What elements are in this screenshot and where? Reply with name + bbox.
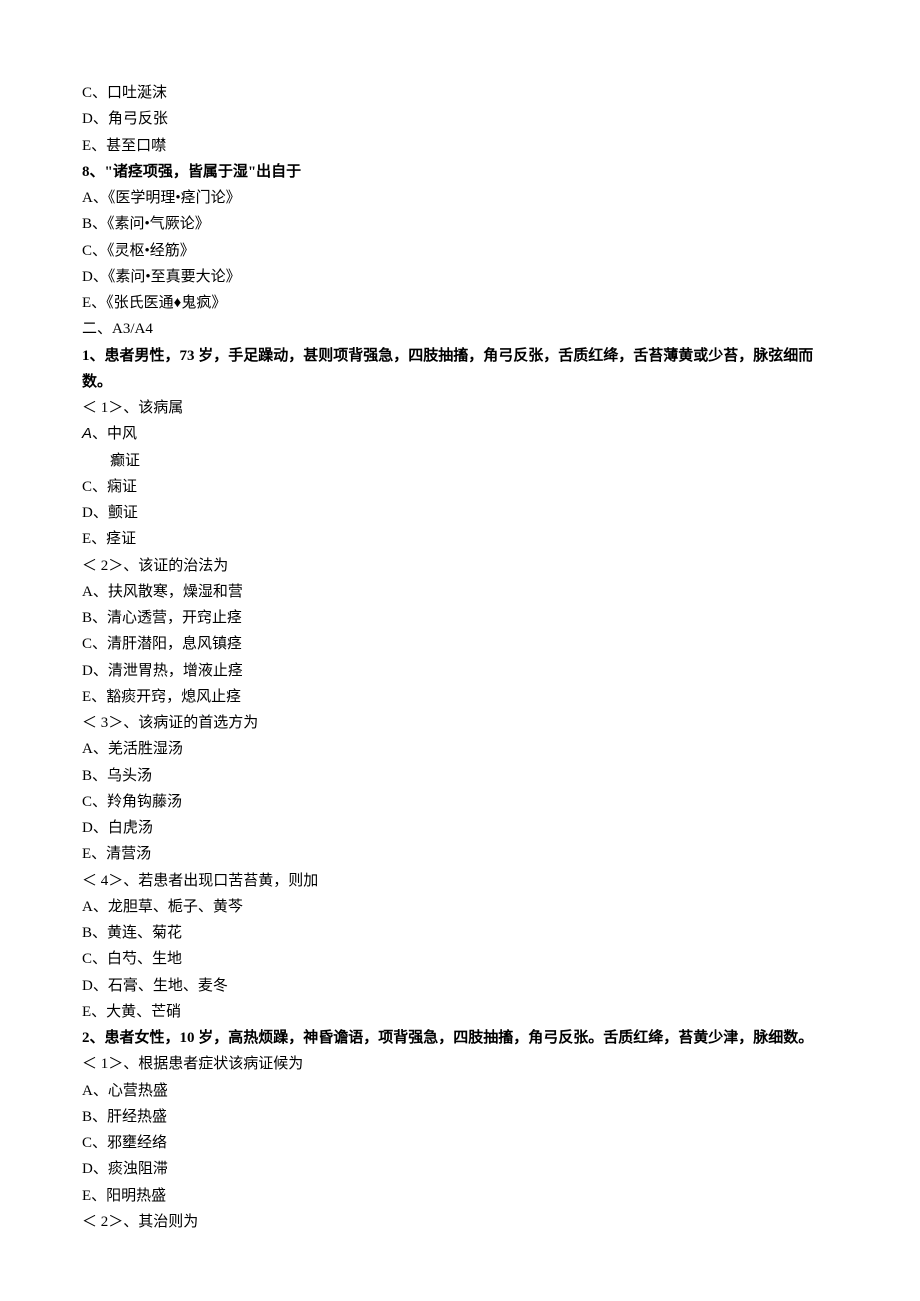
case1-sub2-label: ＜ 2＞、该证的治法为 (82, 553, 838, 579)
case1-sub3-option-b: B、乌头汤 (82, 763, 838, 789)
case2-sub1-option-e: E、阳明热盛 (82, 1183, 838, 1209)
q8-option-b: B、《素问•气厥论》 (82, 211, 838, 237)
q8-option-e: E、《张氏医通♦鬼疯》 (82, 290, 838, 316)
case1-sub1-option-b: 癫证 (82, 448, 838, 474)
case1-sub3-option-d: D、白虎汤 (82, 815, 838, 841)
q8-option-d: D、《素问•至真要大论》 (82, 264, 838, 290)
q8-stem: 8、"诸痉项强，皆属于湿"出自于 (82, 159, 838, 185)
case1-sub4-option-e: E、大黄、芒硝 (82, 999, 838, 1025)
case2-sub2-label: ＜ 2＞、其治则为 (82, 1209, 838, 1235)
case1-stem: 1、患者男性，73 岁，手足躁动，甚则项背强急，四肢抽搐，角弓反张，舌质红绛，舌… (82, 343, 838, 396)
case1-sub4-option-c: C、白芍、生地 (82, 946, 838, 972)
case1-sub1-option-d: D、颤证 (82, 500, 838, 526)
case1-sub2-option-d: D、清泄胃热，增液止痉 (82, 658, 838, 684)
q8-option-a: A、《医学明理•痉门论》 (82, 185, 838, 211)
section-2-header: 二、A3/A4 (82, 316, 838, 342)
case1-sub3-option-c: C、羚角钩藤汤 (82, 789, 838, 815)
case2-sub1-option-d: D、痰浊阻滞 (82, 1156, 838, 1182)
case2-sub1-option-b: B、肝经热盛 (82, 1104, 838, 1130)
case1-sub1-option-e: E、痉证 (82, 526, 838, 552)
case1-sub3-option-e: E、清营汤 (82, 841, 838, 867)
case2-stem: 2、患者女性，10 岁，高热烦躁，神昏谵语，项背强急，四肢抽搐，角弓反张。舌质红… (82, 1025, 838, 1051)
case1-sub2-option-e: E、豁痰开窍，熄风止痉 (82, 684, 838, 710)
q7-option-c: C、口吐涎沫 (82, 80, 838, 106)
q7-option-d: D、角弓反张 (82, 106, 838, 132)
case1-sub2-option-a: A、扶风散寒，燥湿和营 (82, 579, 838, 605)
case1-sub4-label: ＜ 4＞、若患者出现口苦苔黄，则加 (82, 868, 838, 894)
case2-sub1-option-a: A、心营热盛 (82, 1078, 838, 1104)
case2-sub1-option-c: C、邪壅经络 (82, 1130, 838, 1156)
q7-option-e: E、甚至口噤 (82, 133, 838, 159)
case1-sub2-option-c: C、清肝潜阳，息风镇痉 (82, 631, 838, 657)
case1-sub1-label: ＜ 1＞、该病属 (82, 395, 838, 421)
case2-sub1-label: ＜ 1＞、根据患者症状该病证候为 (82, 1051, 838, 1077)
q8-option-c: C、《灵枢•经筋》 (82, 238, 838, 264)
case1-sub4-option-b: B、黄连、菊花 (82, 920, 838, 946)
case1-sub4-option-a: A、龙胆草、栀子、黄芩 (82, 894, 838, 920)
option-a-text: 、中风 (92, 426, 137, 442)
case1-sub3-option-a: A、羌活胜湿汤 (82, 736, 838, 762)
case1-sub2-option-b: B、清心透营，开窍止痉 (82, 605, 838, 631)
case1-sub4-option-d: D、石膏、生地、麦冬 (82, 973, 838, 999)
case1-sub1-option-c: C、痫证 (82, 474, 838, 500)
case1-sub1-option-a: A、中风 (82, 421, 838, 447)
case1-sub3-label: ＜ 3＞、该病证的首选方为 (82, 710, 838, 736)
option-letter-a: A (82, 425, 92, 442)
